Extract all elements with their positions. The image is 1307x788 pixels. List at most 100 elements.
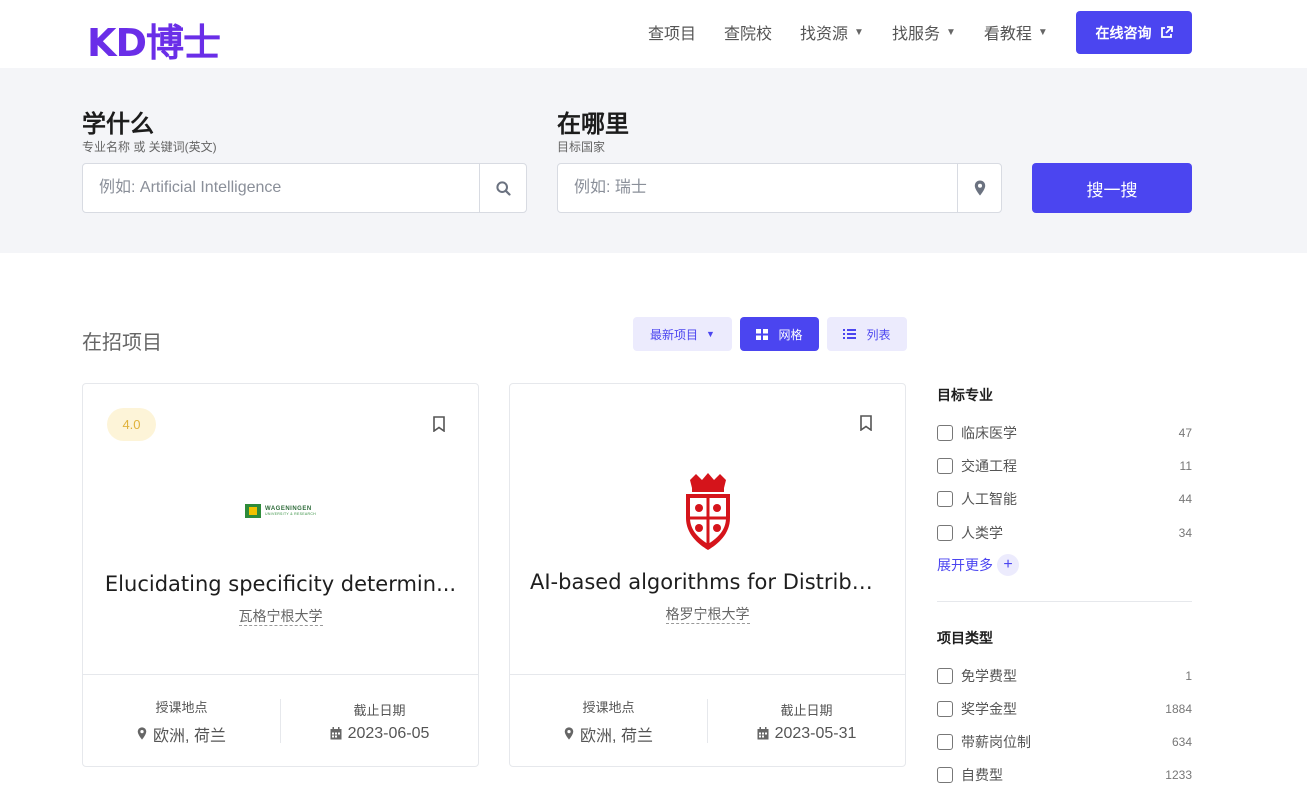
project-card[interactable]: AI-based algorithms for Distribu... 格罗宁根… [509,383,906,767]
view-list-button[interactable]: 列表 [827,317,907,351]
view-grid-label: 网格 [778,327,803,342]
university-logo: WAGENINGEN UNIVERSITY & RESEARCH [83,504,478,518]
deadline-label: 截止日期 [780,702,833,718]
types-heading: 项目类型 [937,630,993,646]
filter-checkbox[interactable] [937,425,953,441]
country-input[interactable] [558,164,957,212]
filter-label: 交通工程 [961,458,1017,474]
university-link[interactable]: 格罗宁根大学 [665,606,750,624]
main-nav: 查项目 查院校 找资源 ▼ 找服务 ▼ 看教程 ▼ [648,0,1076,64]
university-name-wrap: 瓦格宁根大学 [83,606,478,626]
filter-count: 44 [1178,492,1192,506]
map-pin-icon [974,180,985,196]
wageningen-emblem [245,504,262,518]
search-icon-button[interactable] [479,164,526,212]
bookmark-icon[interactable] [859,415,873,431]
nav-item-schools[interactable]: 查院校 [724,20,772,44]
filter-major-row[interactable]: 人类学 34 [937,523,1192,543]
location-label: 授课地点 [582,699,635,715]
deadline-value: 2023-06-05 [347,724,430,742]
filter-label: 人工智能 [961,491,1017,507]
filter-count: 1 [1185,669,1192,683]
external-link-icon [1160,26,1173,38]
groningen-crest-icon [685,473,730,550]
location-icon-button[interactable] [957,164,1001,212]
filter-checkbox[interactable] [937,458,953,474]
what-subtitle: 专业名称 或 关键词(英文) [82,140,217,154]
filter-count: 47 [1178,426,1192,440]
section-title: 在招项目 [82,332,162,354]
search-button[interactable]: 搜一搜 [1032,163,1192,213]
where-input-group [557,163,1002,213]
nav-item-projects[interactable]: 查项目 [648,20,696,44]
filter-label: 自费型 [961,767,1003,783]
filter-count: 1233 [1165,768,1192,782]
calendar-icon [330,727,342,740]
logo-wordmark: WAGENINGEN [265,505,312,512]
rating-badge: 4.0 [107,408,156,441]
site-logo[interactable]: KD博士 [87,12,221,67]
consult-label: 在线咨询 [1095,24,1152,41]
expand-more-button[interactable]: 展开更多 + [937,554,1019,576]
bookmark-icon[interactable] [432,416,446,432]
filter-checkbox[interactable] [937,734,953,750]
location-block: 授课地点 欧洲, 荷兰 [510,675,707,767]
nav-item-tutorials[interactable]: 看教程 ▼ [984,20,1048,44]
deadline-value-row: 2023-06-05 [330,724,430,743]
search-band [0,68,1307,253]
filter-label: 免学费型 [961,668,1017,684]
filter-count: 1884 [1165,702,1192,716]
deadline-block: 截止日期 2023-05-31 [708,675,905,767]
filter-type-row[interactable]: 免学费型 1 [937,666,1192,686]
project-title[interactable]: AI-based algorithms for Distribu... [530,570,885,594]
majors-heading: 目标专业 [937,387,993,403]
card-footer: 授课地点 欧洲, 荷兰 截止日期 2023-06-05 [83,674,478,767]
filter-label: 奖学金型 [961,701,1017,717]
university-name-wrap: 格罗宁根大学 [510,604,905,624]
project-title[interactable]: Elucidating specificity determin... [103,572,458,596]
deadline-label: 截止日期 [353,702,406,718]
filter-major-row[interactable]: 交通工程 11 [937,456,1192,476]
chevron-down-icon: ▼ [854,26,864,38]
nav-item-services[interactable]: 找服务 ▼ [892,20,956,44]
online-consult-button[interactable]: 在线咨询 [1076,11,1192,54]
location-value-row: 欧洲, 荷兰 [564,722,653,746]
filter-checkbox[interactable] [937,491,953,507]
filter-label: 人类学 [961,525,1003,541]
filter-major-row[interactable]: 人工智能 44 [937,489,1192,509]
plus-icon: + [997,554,1019,576]
project-card[interactable]: 4.0 WAGENINGEN UNIVERSITY & RESEARCH Elu… [82,383,479,767]
filter-checkbox[interactable] [937,525,953,541]
sort-dropdown[interactable]: 最新项目 ▼ [633,317,732,351]
location-value: 欧洲, 荷兰 [580,727,653,745]
university-link[interactable]: 瓦格宁根大学 [238,608,323,626]
what-input-group [82,163,527,213]
card-footer: 授课地点 欧洲, 荷兰 截止日期 2023-05-31 [510,674,905,767]
list-icon [843,329,857,339]
filter-major-row[interactable]: 临床医学 47 [937,423,1192,443]
nav-label: 查院校 [724,26,773,43]
nav-label: 看教程 [983,26,1032,43]
map-pin-icon [564,727,574,740]
view-grid-button[interactable]: 网格 [740,317,819,351]
keyword-input[interactable] [83,164,479,212]
filter-type-row[interactable]: 自费型 1233 [937,765,1192,785]
nav-label: 找资源 [800,26,849,43]
filter-checkbox[interactable] [937,668,953,684]
filter-label: 带薪岗位制 [961,734,1031,750]
filter-checkbox[interactable] [937,767,953,783]
location-value-row: 欧洲, 荷兰 [137,722,226,746]
sidebar-divider [937,601,1192,602]
chevron-down-icon: ▼ [1037,26,1048,38]
filter-checkbox[interactable] [937,701,953,717]
nav-item-resources[interactable]: 找资源 ▼ [800,20,864,44]
filter-type-row[interactable]: 奖学金型 1884 [937,699,1192,719]
calendar-icon [757,727,769,740]
filter-count: 34 [1178,526,1192,540]
deadline-value: 2023-05-31 [774,724,857,742]
grid-icon [756,328,769,340]
location-value: 欧洲, 荷兰 [153,727,226,745]
where-title: 在哪里 [557,111,629,138]
filter-type-row[interactable]: 带薪岗位制 634 [937,732,1192,752]
what-title: 学什么 [82,111,154,138]
